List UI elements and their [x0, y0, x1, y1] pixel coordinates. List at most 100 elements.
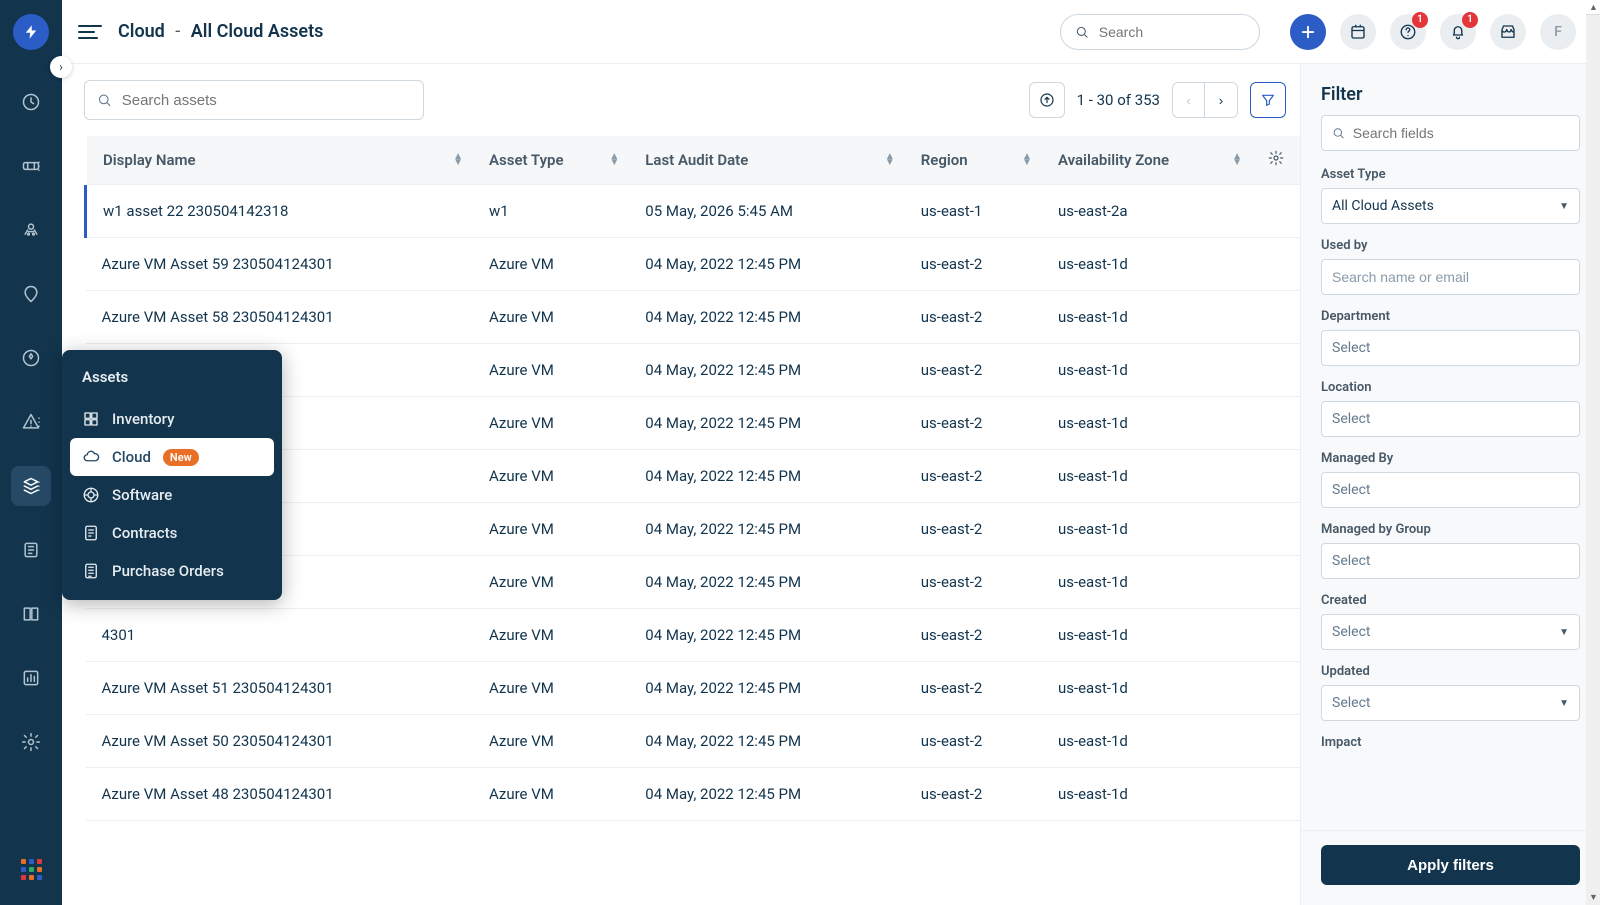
nav-settings-icon[interactable] [11, 722, 51, 762]
column-label: Availability Zone [1058, 151, 1169, 169]
user-avatar[interactable]: F [1540, 14, 1576, 50]
nav-alerts-icon[interactable]: ⋮ [11, 402, 51, 442]
nav-knowledge-icon[interactable] [11, 594, 51, 634]
column-label: Region [921, 151, 968, 169]
table-row[interactable]: Azure VM Asset 59 230504124301Azure VM04… [86, 238, 1301, 291]
cell-az: us-east-1d [1042, 768, 1252, 821]
marketplace-button[interactable] [1490, 14, 1526, 50]
table-row[interactable]: Azure VM Asset 48 230504124301Azure VM04… [86, 768, 1301, 821]
flyout-item-cloud[interactable]: CloudNew [70, 438, 274, 476]
cell-az: us-east-1d [1042, 662, 1252, 715]
column-label: Display Name [103, 151, 196, 169]
filter-placeholder: Select [1332, 411, 1370, 427]
nav-dashboard-icon[interactable] [11, 82, 51, 122]
filter-group-department: DepartmentSelect [1321, 309, 1580, 366]
global-search[interactable] [1060, 14, 1260, 50]
sort-icon [885, 154, 895, 166]
sort-icon [1232, 154, 1242, 166]
app-logo[interactable] [13, 14, 49, 50]
filter-select-created[interactable]: Select▼ [1321, 614, 1580, 650]
filter-label: Managed By [1321, 451, 1580, 466]
table-row[interactable]: Azure VM Asset 58 230504124301Azure VM04… [86, 291, 1301, 344]
sidebar-expand-toggle[interactable]: › [50, 56, 72, 78]
filter-select-updated[interactable]: Select▼ [1321, 685, 1580, 721]
store-icon [1499, 23, 1517, 41]
flyout-item-inventory[interactable]: Inventory [70, 400, 274, 438]
cell-region: us-east-2 [905, 450, 1042, 503]
assets-search[interactable] [84, 80, 424, 120]
filter-select-managed_by_group[interactable]: Select [1321, 543, 1580, 579]
breadcrumb-module: Cloud [118, 21, 165, 42]
global-search-input[interactable] [1099, 24, 1245, 40]
gear-icon [1268, 150, 1284, 166]
filter-label: Location [1321, 380, 1580, 395]
cell-region: us-east-2 [905, 344, 1042, 397]
new-button[interactable] [1290, 14, 1326, 50]
nav-tickets-icon[interactable]: ⋮ [11, 146, 51, 186]
filter-select-department[interactable]: Select [1321, 330, 1580, 366]
cell-az: us-east-1d [1042, 291, 1252, 344]
filter-select-managed_by[interactable]: Select [1321, 472, 1580, 508]
nav-assets-icon[interactable]: ⋮ [11, 466, 51, 506]
filter-text-input[interactable] [1332, 269, 1569, 285]
flyout-item-label: Cloud [112, 448, 151, 466]
menu-toggle-icon[interactable] [78, 20, 102, 44]
help-button[interactable]: 1 [1390, 14, 1426, 50]
cell-audit: 04 May, 2022 12:45 PM [629, 238, 904, 291]
cell-type: Azure VM [473, 344, 629, 397]
filter-input-used_by[interactable] [1321, 259, 1580, 295]
cell-audit: 05 May, 2026 5:45 AM [629, 185, 904, 238]
nav-changes-icon[interactable] [11, 274, 51, 314]
table-row[interactable]: 4301Azure VM04 May, 2022 12:45 PMus-east… [86, 609, 1301, 662]
filter-placeholder: Select [1332, 553, 1370, 569]
export-icon [1039, 92, 1055, 108]
flyout-item-contracts[interactable]: Contracts [70, 514, 274, 552]
flyout-item-software[interactable]: Software [70, 476, 274, 514]
column-header[interactable]: Display Name [86, 136, 474, 185]
table-row[interactable]: Azure VM Asset 51 230504124301Azure VM04… [86, 662, 1301, 715]
table-row[interactable]: Azure VM Asset 50 230504124301Azure VM04… [86, 715, 1301, 768]
nav-apps-icon[interactable] [11, 849, 51, 889]
sort-icon [453, 154, 463, 166]
cell-type: Azure VM [473, 768, 629, 821]
export-button[interactable] [1029, 82, 1065, 118]
notifications-button[interactable]: 1 [1440, 14, 1476, 50]
nav-reports-icon[interactable] [11, 658, 51, 698]
notifications-badge: 1 [1462, 12, 1478, 28]
nav-releases-icon[interactable] [11, 338, 51, 378]
calendar-button[interactable] [1340, 14, 1376, 50]
pagination-label: 1 - 30 of 353 [1077, 91, 1160, 109]
cell-audit: 04 May, 2022 12:45 PM [629, 662, 904, 715]
table-row[interactable]: w1 asset 22 230504142318w105 May, 2026 5… [86, 185, 1301, 238]
column-header[interactable]: Asset Type [473, 136, 629, 185]
calendar-icon [1349, 23, 1367, 41]
nav-solutions-icon[interactable] [11, 530, 51, 570]
search-icon [97, 92, 112, 108]
filter-field-search[interactable] [1321, 115, 1580, 151]
filter-toggle-button[interactable] [1250, 82, 1286, 118]
filter-select-asset_type[interactable]: All Cloud Assets▼ [1321, 188, 1580, 224]
cell-audit: 04 May, 2022 12:45 PM [629, 609, 904, 662]
page-title: All Cloud Assets [191, 21, 324, 42]
cell-region: us-east-2 [905, 609, 1042, 662]
cell-name: 4301 [86, 609, 474, 662]
assets-search-input[interactable] [122, 92, 411, 109]
flyout-item-purchase-orders[interactable]: Purchase Orders [70, 552, 274, 590]
sort-icon [1022, 154, 1032, 166]
apply-filters-button[interactable]: Apply filters [1321, 845, 1580, 885]
column-settings[interactable] [1252, 136, 1300, 185]
filter-group-location: Location Select [1321, 380, 1580, 437]
page-next-button[interactable]: › [1205, 83, 1237, 117]
nav-problems-icon[interactable] [11, 210, 51, 250]
filter-value: All Cloud Assets [1332, 198, 1434, 214]
page-prev-button[interactable]: ‹ [1173, 83, 1205, 117]
column-header[interactable]: Last Audit Date [629, 136, 904, 185]
cell-type: Azure VM [473, 450, 629, 503]
flyout-item-label: Contracts [112, 524, 177, 542]
column-header[interactable]: Availability Zone [1042, 136, 1252, 185]
filter-field-search-input[interactable] [1353, 125, 1569, 141]
cell-region: us-east-2 [905, 715, 1042, 768]
window-scrollbar[interactable]: ▲▼ [1586, 0, 1600, 905]
column-header[interactable]: Region [905, 136, 1042, 185]
filter-select-location[interactable]: Select [1321, 401, 1580, 437]
